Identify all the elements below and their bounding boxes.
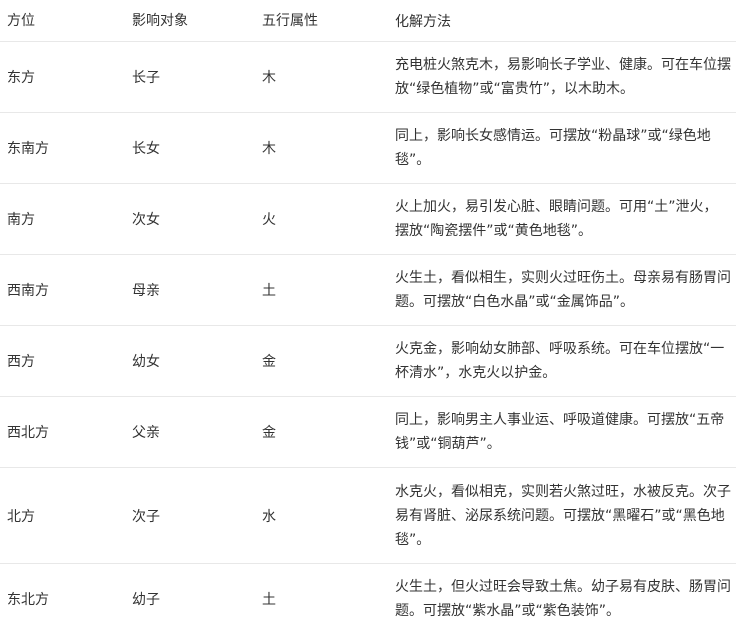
table-row: 东南方 长女 木 同上，影响长女感情运。可摆放“粉晶球”或“绿色地毯”。 — [0, 113, 736, 184]
cell-target: 长子 — [132, 70, 160, 86]
cell-remedy: 同上，影响男主人事业运、呼吸道健康。可摆放“五帝钱”或“铜葫芦”。 — [395, 412, 725, 452]
cell-element: 金 — [262, 425, 276, 441]
cell-remedy: 火克金，影响幼女肺部、呼吸系统。可在车位摆放“一杯清水”，水克火以护金。 — [395, 341, 725, 381]
table-row: 南方 次女 火 火上加火，易引发心脏、眼睛问题。可用“土”泄火，摆放“陶瓷摆件”… — [0, 184, 736, 255]
cell-target: 次女 — [132, 212, 160, 228]
cell-target: 次子 — [132, 508, 160, 525]
cell-element: 水 — [262, 508, 276, 525]
cell-target: 幼子 — [132, 592, 160, 608]
cell-direction: 西北方 — [7, 425, 49, 441]
table-row: 西北方 父亲 金 同上，影响男主人事业运、呼吸道健康。可摆放“五帝钱”或“铜葫芦… — [0, 397, 736, 468]
table-row: 东方 长子 木 充电桩火煞克木，易影响长子学业、健康。可在车位摆放“绿色植物”或… — [0, 42, 736, 113]
cell-direction: 北方 — [7, 508, 35, 525]
cell-direction: 西方 — [7, 354, 35, 370]
table-row: 西方 幼女 金 火克金，影响幼女肺部、呼吸系统。可在车位摆放“一杯清水”，水克火… — [0, 326, 736, 397]
cell-direction: 西南方 — [7, 283, 49, 299]
cell-remedy: 同上，影响长女感情运。可摆放“粉晶球”或“绿色地毯”。 — [395, 128, 711, 168]
header-direction: 方位 — [7, 13, 35, 29]
table-row: 东北方 幼子 土 火生土，但火过旺会导致土焦。幼子易有皮肤、肠胃问题。可摆放“紫… — [0, 564, 736, 634]
cell-remedy: 火生土，但火过旺会导致土焦。幼子易有皮肤、肠胃问题。可摆放“紫水晶”或“紫色装饰… — [395, 579, 731, 619]
cell-target: 长女 — [132, 141, 160, 157]
header-element: 五行属性 — [262, 13, 318, 29]
cell-element: 土 — [262, 283, 276, 299]
cell-element: 火 — [262, 212, 276, 228]
cell-direction: 东南方 — [7, 141, 49, 157]
cell-element: 金 — [262, 354, 276, 370]
table-row: 西南方 母亲 土 火生土，看似相生，实则火过旺伤土。母亲易有肠胃问题。可摆放“白… — [0, 255, 736, 326]
cell-target: 幼女 — [132, 354, 160, 370]
header-remedy: 化解方法 — [395, 14, 451, 30]
cell-target: 母亲 — [132, 283, 160, 299]
table-row: 北方 次子 水 水克火，看似相克，实则若火煞过旺，水被反克。次子易有肾脏、泌尿系… — [0, 468, 736, 564]
cell-element: 木 — [262, 141, 276, 157]
table-header: 方位 影响对象 五行属性 化解方法 — [0, 0, 736, 42]
header-target: 影响对象 — [132, 13, 188, 29]
cell-remedy: 水克火，看似相克，实则若火煞过旺，水被反克。次子易有肾脏、泌尿系统问题。可摆放“… — [395, 483, 731, 548]
cell-direction: 东北方 — [7, 592, 49, 608]
cell-target: 父亲 — [132, 425, 160, 441]
cell-remedy: 火上加火，易引发心脏、眼睛问题。可用“土”泄火，摆放“陶瓷摆件”或“黄色地毯”。 — [395, 199, 718, 239]
cell-element: 木 — [262, 70, 276, 86]
feng-shui-table: 方位 影响对象 五行属性 化解方法 东方 长子 木 充电桩火煞克木，易影响长子学… — [0, 0, 736, 634]
cell-remedy: 充电桩火煞克木，易影响长子学业、健康。可在车位摆放“绿色植物”或“富贵竹”，以木… — [395, 57, 731, 97]
cell-element: 土 — [262, 592, 276, 608]
cell-direction: 南方 — [7, 212, 35, 228]
cell-direction: 东方 — [7, 70, 35, 86]
cell-remedy: 火生土，看似相生，实则火过旺伤土。母亲易有肠胃问题。可摆放“白色水晶”或“金属饰… — [395, 270, 731, 310]
